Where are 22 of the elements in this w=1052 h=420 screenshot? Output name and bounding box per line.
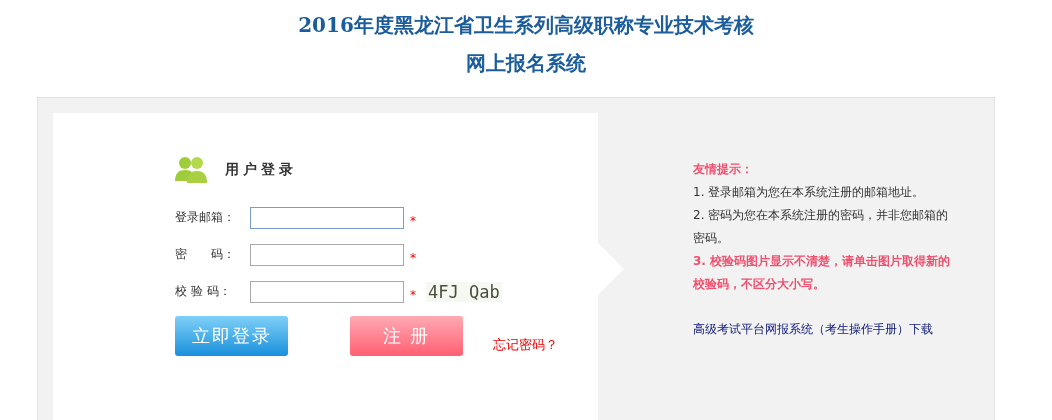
input-field[interactable]	[250, 280, 404, 303]
page-title: 网上报名系统	[466, 50, 586, 77]
page-title: 2016年度黑龙江省卫生系列高级职称专业技术考核	[298, 12, 754, 39]
tip-text: 3. 校验码图片显示不清楚，请单击图片取得新的校验码，不区分大小写。	[693, 253, 951, 293]
input-field[interactable]	[250, 243, 404, 266]
required-mark: *	[410, 212, 416, 228]
register-button[interactable]: 注 册	[350, 316, 463, 356]
login-button[interactable]: 立即登录	[175, 316, 288, 356]
download-link[interactable]: 高级考试平台网报系统（考生操作手册）下载	[693, 318, 951, 341]
tip-text: 1. 登录邮箱为您在本系统注册的邮箱地址。	[693, 184, 926, 201]
login-heading: 用户登录	[225, 161, 297, 179]
tip-text: 2. 密码为您在本系统注册的密码，并非您邮箱的密码。	[693, 207, 950, 247]
field-label: 密 码：	[175, 246, 236, 263]
forgot-password-link[interactable]: 忘记密码？	[493, 336, 558, 354]
field-label: 校 验 码：	[175, 283, 232, 300]
field-label: 登录邮箱：	[175, 209, 236, 226]
required-mark: *	[410, 286, 416, 302]
captcha-image[interactable]: 4FJ Qab	[426, 281, 502, 302]
input-field[interactable]	[250, 206, 404, 229]
users-icon	[175, 155, 207, 185]
required-mark: *	[410, 249, 416, 265]
tips-heading: 友情提示：	[693, 161, 754, 178]
